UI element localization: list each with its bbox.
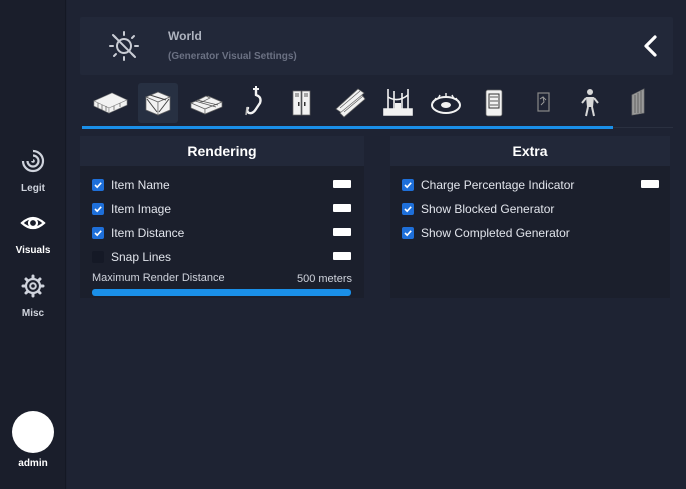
tab-exit-door[interactable] [522, 83, 562, 123]
page-header: World (Generator Visual Settings) [80, 17, 673, 75]
user-name: admin [18, 458, 48, 469]
checkbox[interactable] [92, 203, 104, 215]
sidebar-item-label: Visuals [15, 245, 51, 256]
color-swatch[interactable] [333, 204, 351, 212]
sidebar-item-misc[interactable]: Misc [0, 273, 66, 321]
checkbox[interactable] [402, 179, 414, 191]
pallet-icon [93, 92, 128, 114]
tab-survivor[interactable] [570, 83, 610, 123]
tab-hook[interactable] [234, 83, 274, 123]
option-label: Show Blocked Generator [421, 202, 555, 216]
tab-divider [613, 127, 673, 128]
option-label: Item Name [111, 178, 170, 192]
panel-title: Extra [390, 136, 670, 166]
checkbox[interactable] [92, 251, 104, 263]
color-swatch[interactable] [333, 252, 351, 260]
checkbox[interactable] [92, 179, 104, 191]
sidebar-item-legit[interactable]: Legit [0, 148, 66, 196]
tab-generator[interactable] [378, 83, 418, 123]
tab-planks[interactable] [330, 83, 370, 123]
tab-hatch[interactable] [618, 83, 658, 123]
generator-icon [383, 89, 413, 116]
hook-icon [245, 86, 262, 116]
planks-icon [335, 88, 366, 118]
eye-icon [20, 216, 46, 230]
sidebar-item-visuals[interactable]: Visuals [0, 210, 66, 258]
color-swatch[interactable] [333, 180, 351, 188]
option-label: Item Distance [111, 226, 185, 240]
hidden-sun-icon [109, 31, 139, 61]
slider-label: Maximum Render Distance [92, 272, 225, 284]
checkmark-icon [404, 206, 412, 213]
tab-totem[interactable] [474, 83, 514, 123]
tab-pallet[interactable] [90, 83, 130, 123]
active-tab-indicator [82, 126, 613, 129]
checkbox[interactable] [402, 227, 414, 239]
option-label: Item Image [111, 202, 172, 216]
panel-title: Rendering [80, 136, 364, 166]
option-label: Snap Lines [111, 250, 172, 264]
checkbox[interactable] [92, 227, 104, 239]
tab-crate[interactable] [138, 83, 178, 123]
color-swatch[interactable] [641, 180, 659, 188]
rendering-panel: Rendering Item Name Item Image Item Dist… [80, 136, 364, 298]
checkmark-icon [94, 206, 102, 213]
avatar[interactable] [12, 411, 54, 453]
tab-trap[interactable] [426, 83, 466, 123]
checkmark-icon [94, 182, 102, 189]
sidebar-item-label: Legit [21, 183, 45, 194]
survivor-icon [581, 89, 599, 117]
checkmark-icon [94, 230, 102, 237]
render-distance-slider[interactable] [92, 289, 351, 296]
exit-door-icon [537, 92, 550, 112]
gear-icon [21, 274, 45, 298]
trap-icon [431, 93, 461, 114]
option-label: Charge Percentage Indicator [421, 178, 575, 192]
page-subtitle: (Generator Visual Settings) [168, 51, 297, 62]
checkbox[interactable] [402, 203, 414, 215]
tab-locker[interactable] [282, 83, 322, 123]
crate-icon [145, 91, 171, 116]
checkmark-icon [404, 230, 412, 237]
page-title: World [168, 29, 202, 43]
hatch-icon [631, 88, 645, 116]
totem-icon [485, 89, 503, 117]
extra-panel: Extra Charge Percentage Indicator Show B… [390, 136, 670, 298]
sidebar: Legit Visuals Misc admin [0, 0, 66, 489]
locker-icon [292, 90, 311, 116]
target-icon [21, 149, 45, 173]
sidebar-item-label: Misc [21, 308, 45, 319]
checkmark-icon [404, 182, 412, 189]
toolbox-icon [190, 95, 223, 115]
main-content: World (Generator Visual Settings) Render… [67, 0, 686, 489]
color-swatch[interactable] [333, 228, 351, 236]
chevron-left-icon[interactable] [639, 32, 663, 60]
slider-value: 500 meters [296, 273, 352, 285]
tab-toolbox[interactable] [186, 83, 226, 123]
option-label: Show Completed Generator [421, 226, 570, 240]
category-tabs [82, 81, 672, 129]
